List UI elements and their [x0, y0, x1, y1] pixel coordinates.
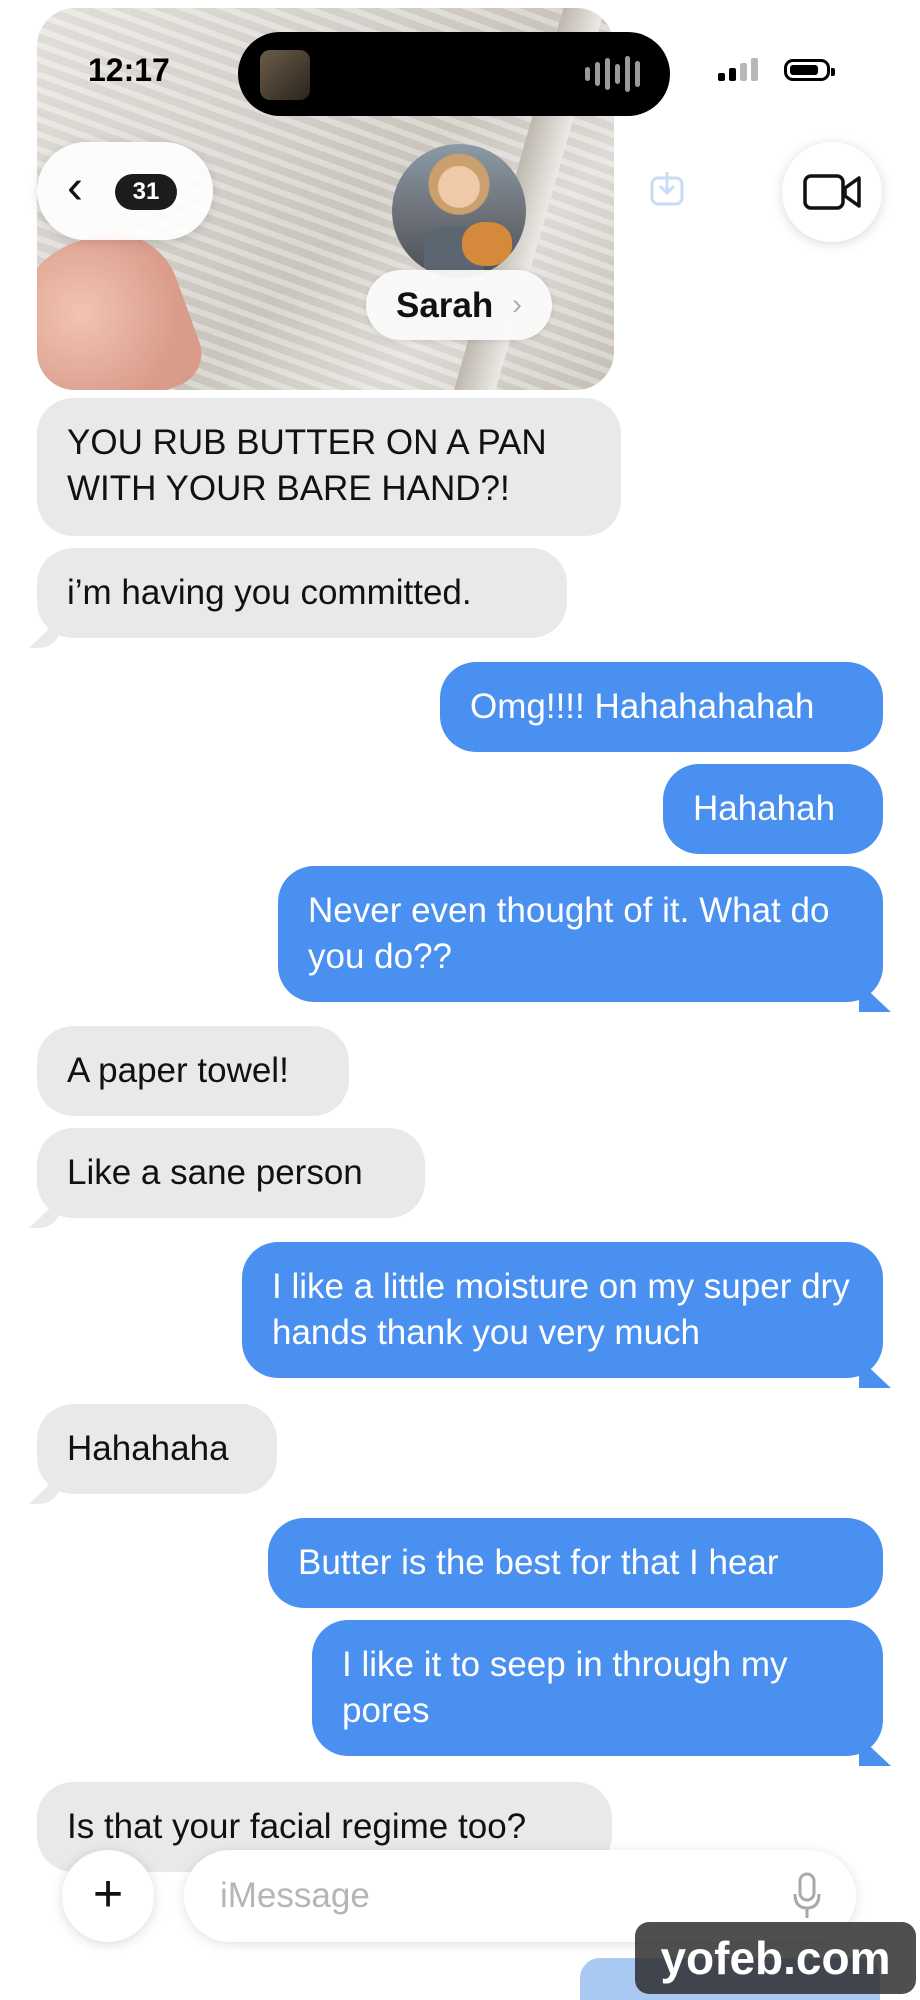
watermark-text: yofeb.com [635, 1922, 916, 1994]
signal-icon [718, 58, 758, 81]
back-chevron-icon: ‹ [67, 161, 83, 214]
status-indicators [718, 58, 835, 81]
dynamic-island[interactable] [238, 32, 670, 116]
microphone-icon[interactable] [792, 1872, 822, 1920]
unread-count-badge: 31 [115, 174, 177, 210]
download-icon[interactable] [646, 168, 688, 210]
audio-waveform-icon [585, 56, 640, 92]
message-bubble-outgoing[interactable]: Omg!!!! Hahahahahah [440, 662, 883, 752]
message-bubble-outgoing[interactable]: I like it to seep in through my pores [312, 1620, 883, 1756]
status-time: 12:17 [88, 52, 170, 88]
battery-icon [784, 59, 835, 81]
message-bubble-incoming[interactable]: A paper towel! [37, 1026, 349, 1116]
video-camera-icon [803, 174, 861, 210]
message-bubble-incoming[interactable]: i’m having you committed. [37, 548, 567, 638]
contact-name: Sarah [396, 286, 494, 325]
video-call-button[interactable] [782, 142, 882, 242]
chevron-right-icon: › [512, 288, 522, 321]
message-bubble-outgoing[interactable]: Butter is the best for that I hear [268, 1518, 883, 1608]
message-input-placeholder: iMessage [220, 1876, 370, 1915]
message-bubble-outgoing[interactable]: I like a little moisture on my super dry… [242, 1242, 883, 1378]
now-playing-artwork [260, 50, 310, 100]
message-bubble-outgoing[interactable]: Never even thought of it. What do you do… [278, 866, 883, 1002]
contact-avatar[interactable] [392, 144, 526, 278]
back-button[interactable]: ‹ 31 [37, 142, 213, 240]
plus-icon[interactable]: + [62, 1850, 154, 1942]
message-bubble-incoming[interactable]: Hahahaha [37, 1404, 277, 1494]
message-bubble-incoming[interactable]: YOU RUB BUTTER ON A PAN WITH YOUR BARE H… [37, 398, 621, 536]
contact-name-button[interactable]: Sarah › [366, 270, 552, 340]
message-bubble-outgoing[interactable]: Hahahah [663, 764, 883, 854]
message-bubble-incoming[interactable]: Like a sane person [37, 1128, 425, 1218]
